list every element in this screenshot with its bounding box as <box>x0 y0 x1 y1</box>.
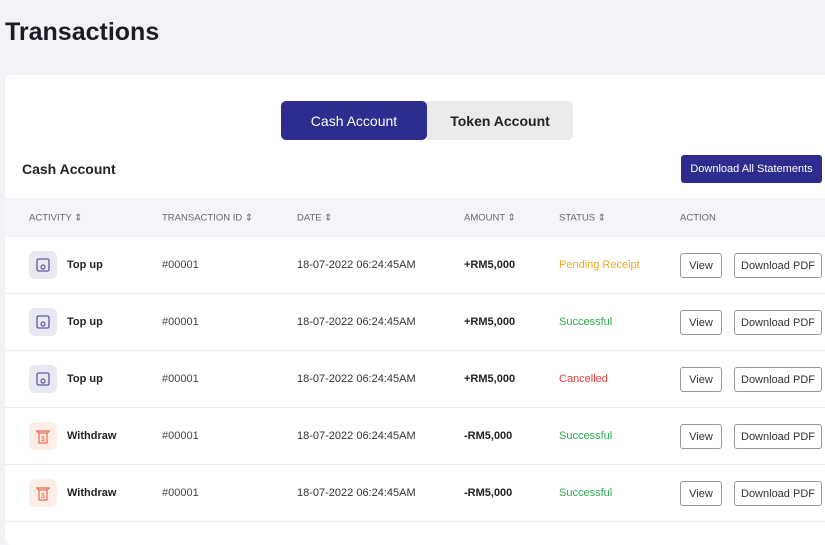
tab-cash-account[interactable]: Cash Account <box>281 101 427 140</box>
download-pdf-button[interactable]: Download PDF <box>734 367 822 392</box>
transaction-id: #00001 <box>162 259 199 271</box>
activity-label: Top up <box>67 259 103 271</box>
view-button[interactable]: View <box>680 424 722 449</box>
table-header: ACTIVITY ⇕ TRANSACTION ID ⇕ DATE ⇕ AMOUN… <box>5 198 825 237</box>
header-status[interactable]: STATUS ⇕ <box>559 212 606 223</box>
transaction-id: #00001 <box>162 487 199 499</box>
page-title: Transactions <box>5 18 160 46</box>
download-pdf-button[interactable]: Download PDF <box>734 424 822 449</box>
top-up-icon <box>29 365 57 393</box>
view-button[interactable]: View <box>680 253 722 278</box>
transaction-id: #00001 <box>162 430 199 442</box>
view-button[interactable]: View <box>680 310 722 335</box>
transaction-amount: +RM5,000 <box>464 259 516 271</box>
svg-text:$: $ <box>41 493 45 500</box>
transaction-date: 18-07-2022 06:24:45AM <box>297 259 416 271</box>
download-pdf-button[interactable]: Download PDF <box>734 310 822 335</box>
activity-label: Top up <box>67 373 103 385</box>
svg-text:$: $ <box>41 436 45 443</box>
status-badge: Successful <box>559 430 613 442</box>
tab-token-account[interactable]: Token Account <box>427 101 573 140</box>
transaction-date: 18-07-2022 06:24:45AM <box>297 373 416 385</box>
top-up-icon <box>29 251 57 279</box>
account-toggle: Cash Account Token Account <box>281 101 573 140</box>
download-pdf-button[interactable]: Download PDF <box>734 481 822 506</box>
header-activity[interactable]: ACTIVITY ⇕ <box>29 212 82 223</box>
activity-label: Top up <box>67 316 103 328</box>
table-row: Top up #00001 18-07-2022 06:24:45AM +RM5… <box>5 294 825 351</box>
status-badge: Pending Receipt <box>559 259 640 271</box>
transaction-amount: -RM5,000 <box>464 487 513 499</box>
table-row: Top up #00001 18-07-2022 06:24:45AM +RM5… <box>5 237 825 294</box>
table-row: $ Withdraw #00001 18-07-2022 06:24:45AM … <box>5 408 825 465</box>
top-up-icon <box>29 308 57 336</box>
table-row: $ Withdraw #00001 18-07-2022 06:24:45AM … <box>5 465 825 522</box>
withdraw-icon: $ <box>29 479 57 507</box>
section-title: Cash Account <box>22 161 116 177</box>
withdraw-icon: $ <box>29 422 57 450</box>
transaction-amount: +RM5,000 <box>464 373 516 385</box>
transaction-date: 18-07-2022 06:24:45AM <box>297 487 416 499</box>
status-badge: Cancelled <box>559 373 608 385</box>
transactions-card: Cash Account Token Account Cash Account … <box>5 75 825 545</box>
status-badge: Successful <box>559 487 613 499</box>
header-action: ACTION <box>680 212 716 223</box>
activity-label: Withdraw <box>67 430 117 442</box>
activity-label: Withdraw <box>67 487 117 499</box>
transaction-date: 18-07-2022 06:24:45AM <box>297 430 416 442</box>
header-date[interactable]: DATE ⇕ <box>297 212 332 223</box>
transaction-amount: +RM5,000 <box>464 316 516 328</box>
view-button[interactable]: View <box>680 481 722 506</box>
transaction-id: #00001 <box>162 316 199 328</box>
header-amount[interactable]: AMOUNT ⇕ <box>464 212 516 223</box>
table-row: Top up #00001 18-07-2022 06:24:45AM +RM5… <box>5 351 825 408</box>
download-all-statements-button[interactable]: Download All Statements <box>681 155 822 183</box>
view-button[interactable]: View <box>680 367 722 392</box>
transaction-amount: -RM5,000 <box>464 430 513 442</box>
header-transaction-id[interactable]: TRANSACTION ID ⇕ <box>162 212 253 223</box>
transaction-id: #00001 <box>162 373 199 385</box>
status-badge: Successful <box>559 316 613 328</box>
transaction-date: 18-07-2022 06:24:45AM <box>297 316 416 328</box>
download-pdf-button[interactable]: Download PDF <box>734 253 822 278</box>
